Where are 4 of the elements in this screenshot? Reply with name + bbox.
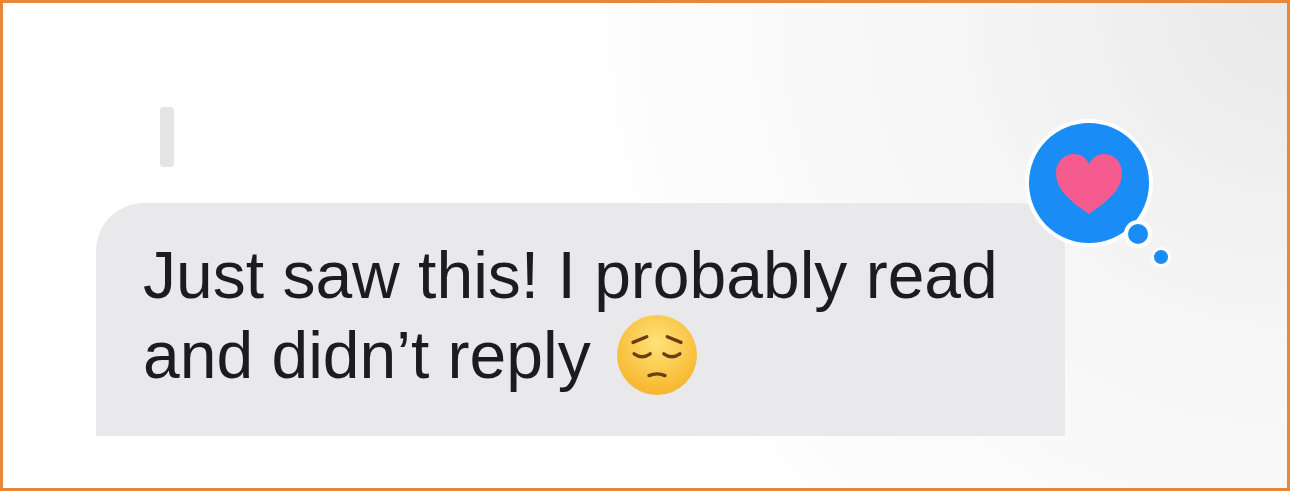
message-text: and didn’t reply [143,317,591,394]
pensive-face-icon [616,315,697,395]
text-cursor [160,107,174,167]
message-text: Just saw this! I probably read [143,237,998,314]
